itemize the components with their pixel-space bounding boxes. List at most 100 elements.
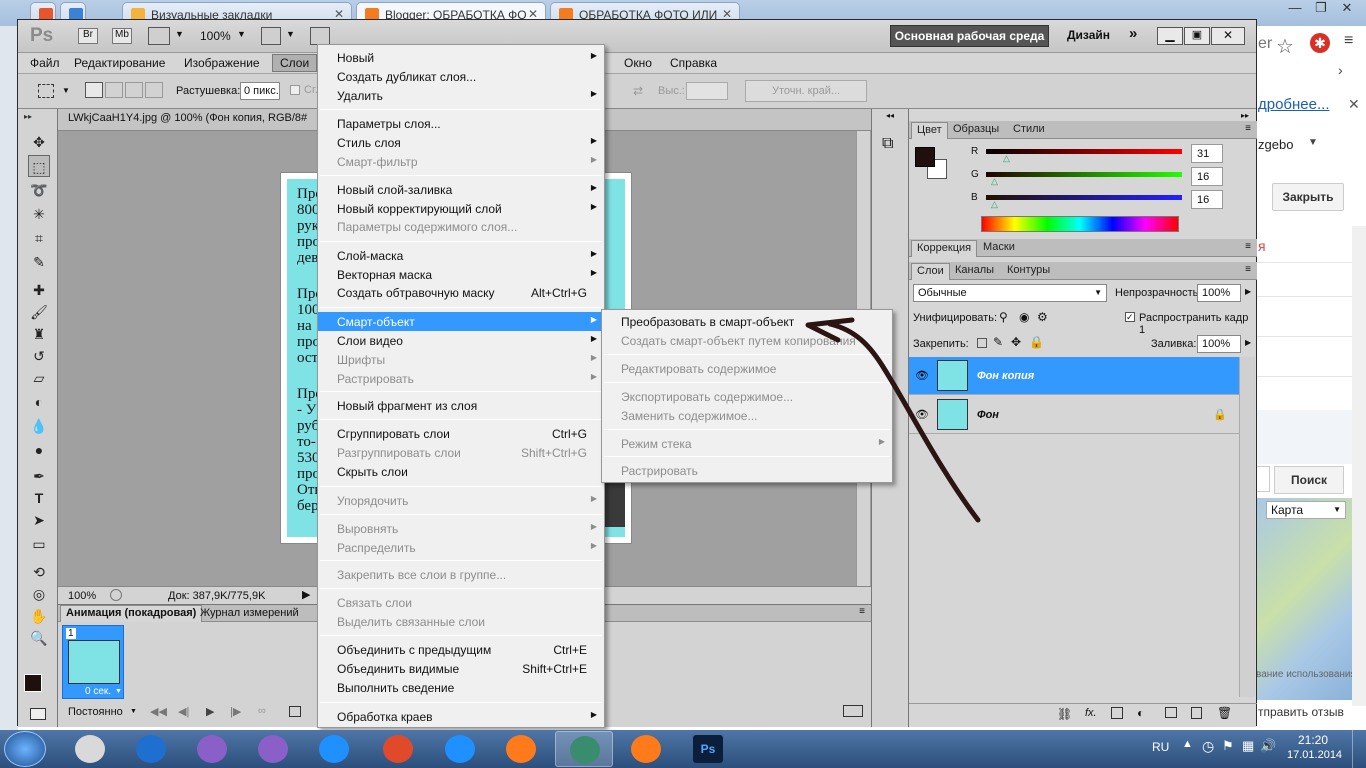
eyedropper-icon[interactable]: ✎ bbox=[28, 251, 50, 273]
lasso-tool-icon[interactable]: ➰ bbox=[28, 179, 50, 201]
panel-menu-icon[interactable]: ≡ bbox=[1245, 241, 1251, 252]
taskbar-app-chrome[interactable] bbox=[369, 731, 427, 767]
type-tool-icon[interactable]: T bbox=[28, 487, 50, 509]
height-input[interactable] bbox=[686, 82, 728, 100]
magic-wand-icon[interactable]: ✳ bbox=[28, 203, 50, 225]
propagate-checkbox[interactable]: ✓ bbox=[1125, 312, 1135, 322]
history-brush-icon[interactable]: ↺ bbox=[28, 345, 50, 367]
menu-item[interactable]: Создать дубликат слоя... bbox=[318, 67, 604, 86]
taskbar-app-vs1[interactable] bbox=[183, 731, 241, 767]
flag-icon[interactable]: ⚑ bbox=[1222, 738, 1234, 754]
menu-item[interactable]: Новый ▶ bbox=[318, 48, 604, 67]
menu-edit[interactable]: Редактирование bbox=[74, 56, 165, 70]
fill-input[interactable]: 100% bbox=[1197, 335, 1241, 353]
dodge-tool-icon[interactable]: ● bbox=[28, 439, 50, 461]
menu-item[interactable]: Новый слой-заливка ▶ bbox=[318, 180, 604, 199]
timeline-convert-icon[interactable] bbox=[843, 705, 863, 717]
tab-channels[interactable]: Каналы bbox=[955, 264, 994, 276]
green-slider[interactable] bbox=[986, 172, 1182, 177]
collapse-icon[interactable]: ▸▸ bbox=[24, 112, 32, 121]
tab-masks[interactable]: Маски bbox=[983, 241, 1015, 253]
antialias-checkbox[interactable] bbox=[290, 85, 300, 95]
new-layer-icon[interactable] bbox=[1191, 707, 1202, 719]
healing-brush-icon[interactable]: ✚ bbox=[28, 279, 50, 301]
collapse-icon[interactable]: ▸▸ bbox=[1241, 111, 1249, 120]
swap-icon[interactable]: ⇄ bbox=[633, 84, 643, 98]
color-spectrum-bar[interactable] bbox=[981, 216, 1179, 232]
feather-input[interactable]: 0 пикс. bbox=[240, 82, 280, 100]
menu-icon[interactable]: ≡ bbox=[1344, 32, 1353, 50]
clock-date[interactable]: 17.01.2014 bbox=[1287, 749, 1342, 761]
new-frame-icon[interactable] bbox=[289, 706, 301, 717]
chevron-down-icon[interactable]: ▼ bbox=[237, 29, 246, 39]
tab-color[interactable]: Цвет bbox=[911, 122, 948, 139]
minibridge-button[interactable]: Mb bbox=[112, 28, 132, 44]
add-mask-icon[interactable] bbox=[1111, 707, 1123, 719]
chevron-down-icon[interactable]: ▼ bbox=[286, 29, 295, 39]
fill-arrow-icon[interactable]: ▶ bbox=[1245, 338, 1251, 347]
menu-item[interactable]: Обработка краев ▶ bbox=[318, 707, 604, 726]
star-icon[interactable]: ☆ bbox=[1276, 34, 1294, 59]
fx-icon[interactable]: fx. bbox=[1085, 707, 1097, 719]
red-value[interactable]: 31 bbox=[1191, 144, 1223, 163]
bridge-button[interactable]: Br bbox=[78, 28, 98, 44]
maximize-icon[interactable]: ❐ bbox=[1308, 0, 1334, 18]
more-workspaces-icon[interactable]: » bbox=[1129, 25, 1137, 42]
tray-expand-icon[interactable]: ▲ bbox=[1182, 738, 1193, 750]
taskbar-app-firefox2[interactable] bbox=[617, 731, 675, 767]
panel-menu-icon[interactable]: ≡ bbox=[1245, 264, 1251, 275]
crop-tool-icon[interactable]: ⌗ bbox=[28, 227, 50, 249]
menu-item[interactable]: Удалить ▶ bbox=[318, 86, 604, 105]
extension-icon[interactable]: ✱ bbox=[1310, 33, 1330, 53]
tab-styles[interactable]: Стили bbox=[1013, 123, 1045, 135]
menu-item[interactable]: Новый фрагмент из слоя bbox=[318, 396, 604, 415]
menu-item[interactable]: Векторная маска ▶ bbox=[318, 265, 604, 284]
menu-item[interactable]: Скрыть слои bbox=[318, 462, 604, 481]
frame-delay[interactable]: 0 сек. bbox=[85, 686, 111, 697]
add-selection-icon[interactable] bbox=[105, 82, 123, 98]
show-desktop-button[interactable] bbox=[1352, 730, 1366, 768]
intersect-selection-icon[interactable] bbox=[145, 82, 163, 98]
blue-slider-thumb[interactable]: △ bbox=[991, 199, 998, 210]
new-selection-icon[interactable] bbox=[85, 82, 103, 98]
color-foreground-swatch[interactable] bbox=[915, 147, 935, 167]
paint-bucket-icon[interactable]: ◐ bbox=[28, 391, 50, 413]
rectangle-tool-icon[interactable]: ▭ bbox=[28, 533, 50, 555]
network-icon[interactable]: ▦ bbox=[1242, 738, 1254, 754]
menu-file[interactable]: Файл bbox=[30, 56, 60, 70]
collapse-icon[interactable]: ◂◂ bbox=[886, 111, 894, 120]
subtract-selection-icon[interactable] bbox=[125, 82, 143, 98]
ps-close-icon[interactable]: ✕ bbox=[1211, 27, 1245, 45]
view-extras-icon[interactable] bbox=[148, 27, 170, 45]
menu-item[interactable]: Выполнить сведение bbox=[318, 678, 604, 697]
green-slider-thumb[interactable]: △ bbox=[991, 176, 998, 187]
menu-item[interactable]: Новый корректирующий слой ▶ bbox=[318, 199, 604, 218]
tab-swatches[interactable]: Образцы bbox=[953, 123, 999, 135]
chevron-right-icon[interactable]: › bbox=[1338, 62, 1343, 78]
lock-position-icon[interactable]: ✥ bbox=[1011, 335, 1021, 349]
blur-tool-icon[interactable]: 💧 bbox=[28, 415, 50, 437]
red-slider[interactable] bbox=[986, 149, 1182, 154]
3d-orbit-icon[interactable]: ◎ bbox=[28, 583, 50, 605]
menu-item[interactable]: Создать обтравочную маску Alt+Ctrl+G bbox=[318, 283, 604, 302]
link-layers-icon[interactable]: ⛓ bbox=[1057, 707, 1072, 721]
panel-menu-icon[interactable]: ≡ bbox=[1245, 123, 1251, 134]
volume-icon[interactable]: 🔊 bbox=[1260, 738, 1276, 754]
new-group-icon[interactable] bbox=[1165, 707, 1177, 718]
close-icon[interactable]: ✕ bbox=[1334, 0, 1360, 18]
refine-edge-button[interactable]: Уточн. край... bbox=[745, 80, 867, 102]
tab-animation[interactable]: Анимация (покадровая) bbox=[60, 605, 203, 622]
menu-item[interactable]: Стиль слоя ▶ bbox=[318, 133, 604, 152]
close-button[interactable]: Закрыть bbox=[1272, 183, 1344, 211]
opacity-input[interactable]: 100% bbox=[1197, 284, 1241, 302]
quick-mask-icon[interactable] bbox=[30, 708, 46, 720]
ps-minimize-icon[interactable]: ▁ bbox=[1157, 27, 1183, 45]
taskbar-app-photoshop[interactable]: Ps bbox=[679, 731, 737, 767]
marquee-tool-icon[interactable]: ⬚ bbox=[28, 155, 50, 177]
feedback-link[interactable]: тправить отзыв bbox=[1258, 705, 1344, 719]
taskbar-app-firefox1[interactable] bbox=[492, 731, 550, 767]
path-select-icon[interactable]: ➤ bbox=[28, 509, 50, 531]
red-slider-thumb[interactable]: △ bbox=[1003, 153, 1010, 164]
menu-image[interactable]: Изображение bbox=[184, 56, 260, 70]
eraser-icon[interactable]: ▱ bbox=[28, 367, 50, 389]
